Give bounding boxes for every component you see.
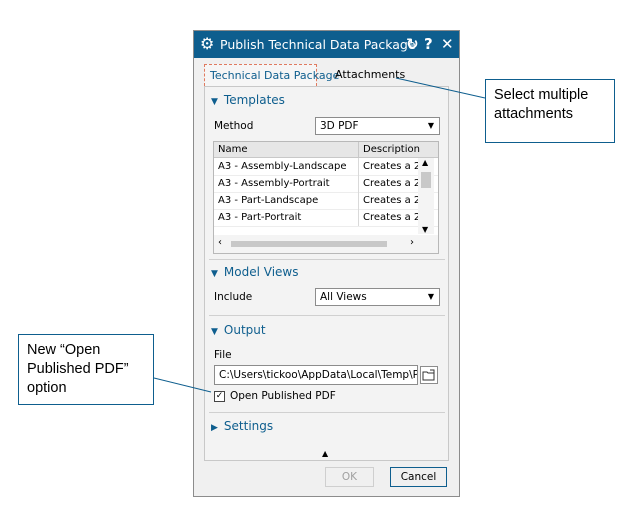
- callout-attachments: Select multiple attachments: [485, 79, 615, 143]
- callout-line-open-pdf: [153, 377, 212, 393]
- callout-open-pdf: New “Open Published PDF” option: [18, 334, 154, 405]
- callout-line-attachments: [395, 77, 486, 99]
